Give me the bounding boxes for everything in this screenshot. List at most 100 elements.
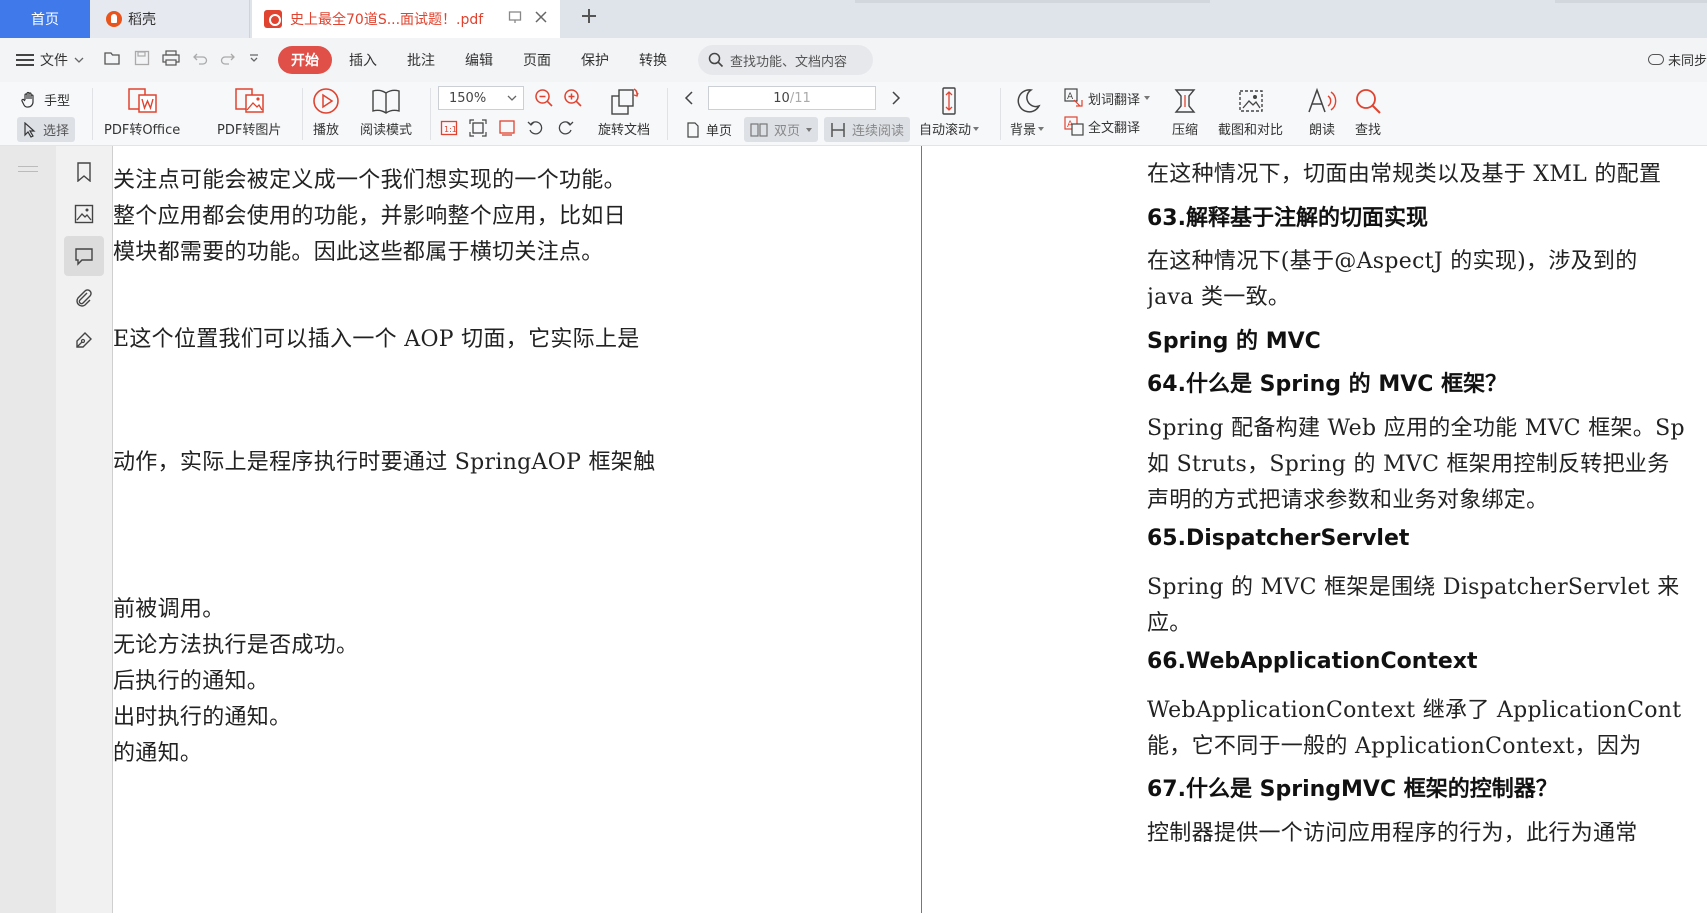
redo-icon[interactable] (220, 50, 236, 70)
pen-signature-icon (76, 332, 92, 348)
tab-close-icon[interactable] (534, 10, 548, 28)
file-menu-button[interactable]: 文件 (16, 50, 84, 70)
text-line: 动作，实际上是程序执行时要通过 SpringAOP 框架触 (113, 450, 656, 475)
rotate-right-icon[interactable] (556, 119, 574, 141)
comment-icon (75, 248, 93, 266)
text-line: 声明的方式把请求参数和业务对象绑定。 (1147, 488, 1549, 513)
continuous-reading-button[interactable]: 连续阅读 (824, 117, 911, 142)
next-page-icon[interactable] (890, 90, 902, 106)
menu-insert[interactable]: 插入 (336, 46, 390, 74)
menu-page[interactable]: 页面 (510, 46, 564, 74)
print-icon[interactable] (162, 50, 180, 70)
reading-mode-label: 阅读模式 (360, 123, 413, 138)
word-translate-button[interactable]: A 划词翻译 (1064, 88, 1151, 108)
sync-status[interactable]: 未同步 (1647, 50, 1707, 69)
auto-scroll-button[interactable]: 自动滚动 (919, 86, 980, 138)
search-input[interactable]: 查找功能、文档内容 (698, 45, 873, 75)
play-label: 播放 (312, 123, 339, 138)
select-tool-button[interactable]: 选择 (17, 117, 76, 142)
fit-page-icon[interactable] (469, 119, 487, 141)
thumbnail-button[interactable] (64, 194, 104, 234)
pdf-to-image-button[interactable]: PDF转图片 (217, 86, 281, 138)
compress-button[interactable]: 压缩 (1170, 86, 1200, 138)
document-viewer[interactable]: 关注点可能会被定义成一个我们想实现的一个功能。 整个应用都会使用的功能，并影响整… (113, 146, 1707, 913)
moon-icon (1017, 89, 1041, 113)
section-heading: 66.WebApplicationContext (1147, 649, 1478, 674)
paperclip-icon (76, 289, 92, 307)
menu-start[interactable]: 开始 (278, 46, 332, 74)
play-button[interactable]: 播放 (311, 86, 341, 138)
rotate-document-button[interactable]: 旋转文档 (598, 86, 650, 138)
read-aloud-label: 朗读 (1308, 123, 1335, 138)
tab-home[interactable]: 首页 (0, 0, 90, 38)
top-accent (855, 0, 1210, 3)
section-heading: 64.什么是 Spring 的 MVC 框架？ (1147, 372, 1508, 397)
menu-annotate[interactable]: 批注 (394, 46, 448, 74)
sync-status-label: 未同步 (1667, 54, 1707, 69)
text-line: 能，它不同于一般的 ApplicationContext，因为 (1147, 734, 1642, 759)
tab-pin-icon[interactable] (508, 10, 522, 28)
zoom-level-select[interactable]: 150% (438, 86, 524, 110)
page-view-modes: 单页 双页 连续阅读 (680, 117, 911, 142)
play-icon (313, 88, 339, 114)
reading-mode-button[interactable]: 阅读模式 (360, 86, 412, 138)
text-line: E这个位置我们可以插入一个 AOP 切面，它实际上是 (113, 327, 640, 352)
page-number-input[interactable]: 10/11 (708, 86, 876, 110)
double-page-icon (750, 122, 768, 137)
full-translate-icon: A (1064, 116, 1084, 136)
zoom-out-icon[interactable] (534, 88, 554, 108)
pdf-to-office-label: PDF转Office (104, 123, 181, 138)
tab-daoke[interactable]: 稻壳 (90, 0, 250, 38)
bookmark-icon (77, 162, 91, 182)
menu-convert[interactable]: 转换 (626, 46, 680, 74)
full-translate-label: 全文翻译 (1088, 120, 1141, 136)
page-current: 10 (773, 90, 790, 106)
page-divider (921, 146, 922, 913)
menu-edit[interactable]: 编辑 (452, 46, 506, 74)
text-line: 如 Struts，Spring 的 MVC 框架用控制反转把业务 (1147, 452, 1670, 477)
toolbar-separator (302, 88, 303, 140)
previous-page-icon[interactable] (683, 90, 695, 106)
pdf-page-right: 在这种情况下，切面由常规类以及基于 XML 的配置 63.解释基于注解的切面实现… (1147, 146, 1707, 913)
attachments-button[interactable] (64, 278, 104, 318)
pdf-page-left: 关注点可能会被定义成一个我们想实现的一个功能。 整个应用都会使用的功能，并影响整… (113, 146, 921, 913)
pdf-to-office-button[interactable]: PDF转Office (104, 86, 180, 138)
file-menu-label: 文件 (40, 53, 68, 69)
bookmark-button[interactable] (64, 152, 104, 192)
tab-pdf-document[interactable]: 史上最全70道S...面试题！.pdf (252, 0, 560, 38)
open-folder-icon[interactable] (104, 50, 122, 70)
fit-width-icon[interactable] (498, 119, 516, 141)
actual-size-icon[interactable]: 1:1 (440, 119, 458, 141)
text-line: WebApplicationContext 继承了 ApplicationCon… (1147, 698, 1682, 723)
double-page-label: 双页 (774, 124, 801, 139)
comments-button[interactable] (64, 236, 104, 276)
pdf-file-icon (264, 10, 282, 28)
new-tab-plus-icon[interactable] (580, 6, 598, 31)
zoom-in-icon[interactable] (563, 88, 583, 108)
read-aloud-button[interactable]: 朗读 (1306, 86, 1338, 138)
main-menu: 开始 插入 批注 编辑 页面 保护 转换 (278, 46, 680, 74)
tab-pdf-label: 史上最全70道S...面试题！.pdf (290, 12, 484, 28)
toolbar-separator (430, 88, 431, 140)
screenshot-compare-button[interactable]: 截图和对比 (1218, 86, 1283, 138)
menu-protect[interactable]: 保护 (568, 46, 622, 74)
cursor-arrow-icon (24, 121, 36, 138)
find-button[interactable]: 查找 (1353, 86, 1383, 138)
rotate-left-icon[interactable] (527, 119, 545, 141)
ribbon-toolbar: 手型 选择 PDF转Office PDF转图片 播放 阅读模式 150% 1:1 (0, 82, 1707, 146)
text-line: java 类一致。 (1147, 285, 1291, 310)
hand-tool-button[interactable]: 手型 (20, 90, 70, 109)
full-translate-button[interactable]: A 全文翻译 (1064, 116, 1140, 136)
customize-dropdown-icon[interactable] (248, 50, 260, 70)
search-placeholder: 查找功能、文档内容 (730, 54, 848, 70)
signature-button[interactable] (64, 320, 104, 360)
background-button[interactable]: 背景 (1010, 86, 1045, 138)
undo-icon[interactable] (192, 50, 208, 70)
single-page-button[interactable]: 单页 (680, 117, 738, 142)
text-line: 整个应用都会使用的功能，并影响整个应用，比如日 (113, 204, 626, 229)
image-thumbnail-icon (74, 204, 94, 224)
rotate-document-label: 旋转文档 (598, 123, 651, 138)
panel-grip-icon[interactable] (18, 166, 38, 172)
save-icon[interactable] (134, 50, 150, 70)
double-page-button[interactable]: 双页 (744, 117, 819, 142)
